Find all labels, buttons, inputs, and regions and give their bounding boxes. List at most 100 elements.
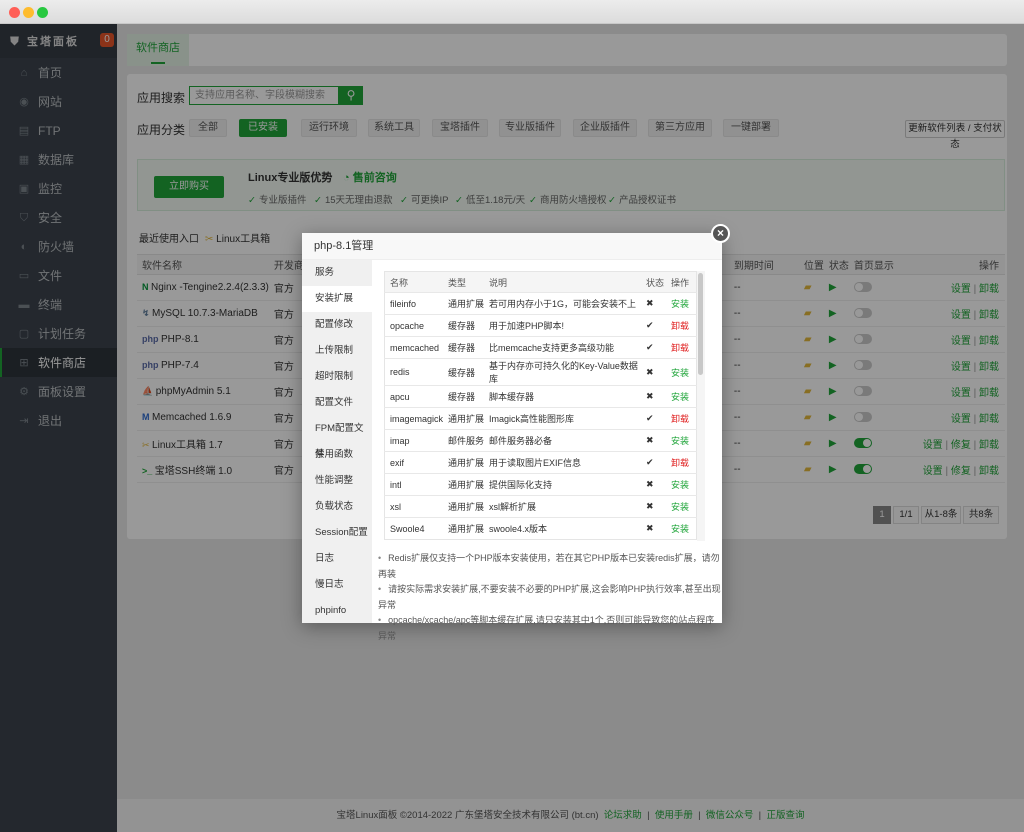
ext-desc: 邮件服务器必备 — [484, 429, 642, 452]
notes-list: Redis扩展仅支持一个PHP版本安装使用，若在其它PHP版本已安装redis扩… — [378, 551, 722, 644]
ext-type: 缓存器 — [443, 314, 485, 337]
install-button[interactable]: 安装 — [666, 385, 697, 408]
uninstall-button[interactable]: 卸载 — [666, 336, 697, 359]
note-item: 请按实际需求安装扩展,不要安装不必要的PHP扩展,这会影响PHP执行效率,甚至出… — [378, 582, 722, 613]
extension-row: memcached 缓存器 比memcache支持更多高级功能 ✔ 卸载 — [384, 336, 697, 359]
modal-menu-item[interactable]: 配置文件 — [302, 390, 372, 416]
install-button[interactable]: 安装 — [666, 473, 697, 496]
note-item: opcache/xcache/apc等脚本缓存扩展,请只安装其中1个,否则可能导… — [378, 613, 722, 644]
ext-name: opcache — [384, 314, 444, 337]
ext-name: imap — [384, 429, 444, 452]
install-button[interactable]: 安装 — [666, 292, 697, 315]
extension-scrollbar[interactable] — [697, 271, 705, 541]
cross-icon: ✖ — [641, 292, 667, 315]
ext-type: 通用扩展 — [443, 473, 484, 496]
uninstall-button[interactable]: 卸载 — [666, 314, 697, 337]
scrollbar-thumb[interactable] — [698, 273, 703, 375]
cross-icon: ✖ — [641, 429, 667, 452]
ext-type: 通用扩展 — [443, 495, 484, 518]
maximize-window-button[interactable] — [37, 7, 48, 18]
ext-desc: Imagick高性能图形库 — [484, 407, 642, 430]
extension-row: imagemagick 通用扩展 Imagick高性能图形库 ✔ 卸载 — [384, 407, 697, 430]
cross-icon: ✖ — [641, 517, 667, 540]
check-icon: ✔ — [641, 451, 667, 474]
ext-name: exif — [384, 451, 444, 474]
modal-menu-item[interactable]: phpinfo — [302, 598, 372, 624]
modal-menu-item[interactable]: 超时限制 — [302, 364, 372, 390]
ext-desc: 脚本缓存器 — [484, 385, 642, 408]
ext-col-status: 状态 — [641, 271, 667, 293]
ext-type: 缓存器 — [443, 358, 485, 386]
cross-icon: ✖ — [641, 358, 667, 386]
install-button[interactable]: 安装 — [666, 358, 697, 386]
ext-col-type: 类型 — [443, 271, 485, 293]
modal-menu-item[interactable]: 禁用函数 — [302, 442, 372, 468]
ext-name: fileinfo — [384, 292, 444, 315]
ext-desc: 用于读取图片EXIF信息 — [484, 451, 642, 474]
ext-name: Swoole4 — [384, 517, 444, 540]
window-titlebar — [0, 0, 1024, 24]
modal-menu-item[interactable]: 服务 — [302, 260, 372, 286]
ext-col-desc: 说明 — [484, 271, 642, 293]
modal-menu-item[interactable]: 配置修改 — [302, 312, 372, 338]
install-button[interactable]: 安装 — [666, 495, 697, 518]
extension-row: intl 通用扩展 提供国际化支持 ✖ 安装 — [384, 473, 697, 496]
ext-type: 通用扩展 — [443, 292, 484, 315]
close-icon: × — [716, 226, 724, 240]
cross-icon: ✖ — [641, 385, 667, 408]
extension-row: apcu 缓存器 脚本缓存器 ✖ 安装 — [384, 385, 697, 408]
extension-row: xsl 通用扩展 xsl解析扩展 ✖ 安装 — [384, 495, 697, 518]
modal-menu-item[interactable]: 性能调整 — [302, 468, 372, 494]
extension-row: opcache 缓存器 用于加速PHP脚本! ✔ 卸载 — [384, 314, 697, 337]
ext-type: 缓存器 — [443, 336, 485, 359]
ext-desc: 比memcache支持更多高级功能 — [484, 336, 642, 359]
php-manage-modal: php-8.1管理 服务 安装扩展 配置修改 上传限制 超时限制 配置文件 FPM配置文件禁… — [302, 233, 722, 641]
ext-type: 缓存器 — [443, 385, 485, 408]
close-window-button[interactable] — [9, 7, 20, 18]
cross-icon: ✖ — [641, 495, 667, 518]
modal-menu-item[interactable]: FPM配置文件 — [302, 416, 372, 460]
ext-name: intl — [384, 473, 444, 496]
ext-name: xsl — [384, 495, 444, 518]
ext-desc: xsl解析扩展 — [484, 495, 642, 518]
modal-menu-item[interactable]: 慢日志 — [302, 572, 372, 598]
ext-col-name: 名称 — [384, 271, 444, 293]
ext-type: 通用扩展 — [443, 517, 484, 540]
modal-menu-item[interactable]: 安装扩展 — [302, 286, 372, 312]
install-button[interactable]: 安装 — [666, 429, 697, 452]
ext-name: apcu — [384, 385, 444, 408]
uninstall-button[interactable]: 卸载 — [666, 451, 697, 474]
modal-close-button[interactable]: × — [711, 224, 730, 243]
check-icon: ✔ — [641, 336, 667, 359]
ext-desc: 基于内存亦可持久化的Key-Value数据库 — [484, 358, 642, 386]
modal-menu-item[interactable]: 负载状态 — [302, 494, 372, 520]
check-icon: ✔ — [641, 314, 667, 337]
extension-table: 名称 类型 说明 状态 操作 fileinfo 通用扩展 若可用内存小于1G，可能会… — [384, 271, 697, 540]
ext-desc: 若可用内存小于1G，可能会安装不上 — [484, 292, 642, 315]
ext-name: redis — [384, 358, 444, 386]
ext-name: imagemagick — [384, 407, 444, 430]
cross-icon: ✖ — [641, 473, 667, 496]
uninstall-button[interactable]: 卸载 — [666, 407, 697, 430]
minimize-window-button[interactable] — [23, 7, 34, 18]
modal-title: php-8.1管理 — [302, 233, 722, 260]
modal-menu-item[interactable]: 上传限制 — [302, 338, 372, 364]
extension-row: Swoole4 通用扩展 swoole4.x版本 ✖ 安装 — [384, 517, 697, 540]
ext-type: 通用扩展 — [443, 407, 484, 430]
ext-type: 邮件服务 — [443, 429, 484, 452]
install-button[interactable]: 安装 — [666, 517, 697, 540]
note-item: Redis扩展仅支持一个PHP版本安装使用，若在其它PHP版本已安装redis扩… — [378, 551, 722, 582]
modal-menu-item[interactable]: 日志 — [302, 546, 372, 572]
modal-menu: 服务 安装扩展 配置修改 上传限制 超时限制 配置文件 FPM配置文件 禁用函数 性能调整 负载状… — [302, 260, 372, 623]
ext-desc: swoole4.x版本 — [484, 517, 642, 540]
ext-desc: 用于加速PHP脚本! — [484, 314, 642, 337]
ext-name: memcached — [384, 336, 444, 359]
extension-row: imap 邮件服务 邮件服务器必备 ✖ 安装 — [384, 429, 697, 452]
modal-menu-item[interactable]: Session配置 — [302, 520, 372, 546]
extension-row: exif 通用扩展 用于读取图片EXIF信息 ✔ 卸载 — [384, 451, 697, 474]
ext-type: 通用扩展 — [443, 451, 484, 474]
extension-row: redis 缓存器 基于内存亦可持久化的Key-Value数据库 ✖ 安装 — [384, 358, 697, 386]
ext-desc: 提供国际化支持 — [484, 473, 642, 496]
check-icon: ✔ — [641, 407, 667, 430]
ext-col-action: 操作 — [666, 271, 697, 293]
